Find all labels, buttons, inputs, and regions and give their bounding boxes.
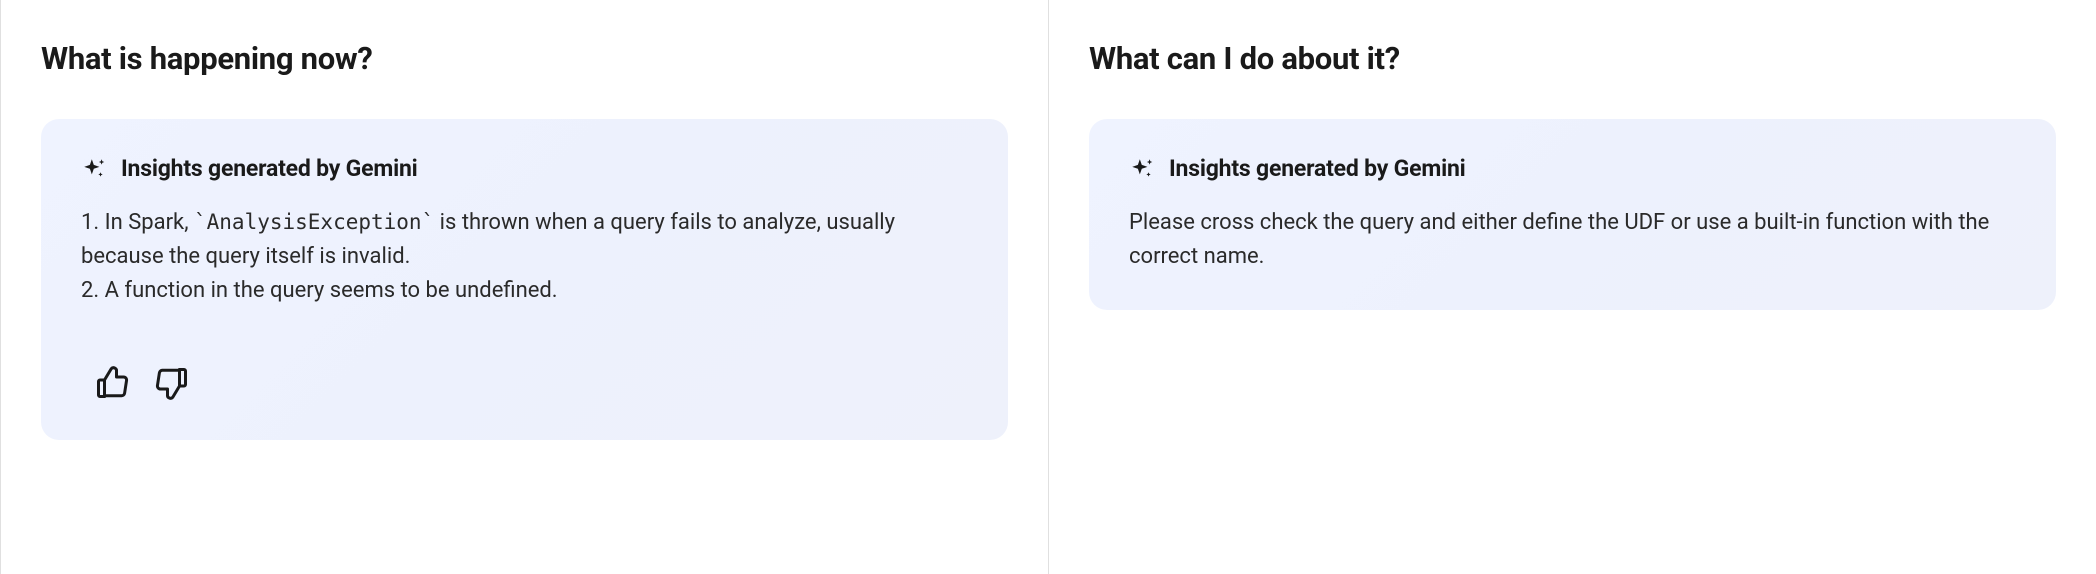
sparkle-icon — [81, 156, 107, 182]
insight-line-1-prefix: 1. In Spark, — [81, 210, 194, 235]
insights-body-left: 1. In Spark, `AnalysisException` is thro… — [81, 206, 968, 308]
insight-line-1: 1. In Spark, `AnalysisException` is thro… — [81, 206, 968, 274]
thumbs-down-icon — [154, 365, 190, 405]
insight-line-2: 2. A function in the query seems to be u… — [81, 274, 968, 308]
insights-container: What is happening now? Insights generate… — [0, 0, 2096, 574]
insight-line-1-code: `AnalysisException` — [194, 210, 434, 234]
thumbs-up-button[interactable] — [93, 366, 131, 404]
panel-heading-right: What can I do about it? — [1089, 40, 2056, 77]
panel-what-is-happening: What is happening now? Insights generate… — [0, 0, 1048, 574]
panel-heading-left: What is happening now? — [41, 40, 1008, 77]
insights-header-left: Insights generated by Gemini — [81, 155, 968, 182]
insights-title-right: Insights generated by Gemini — [1169, 155, 1466, 182]
insights-card-right: Insights generated by Gemini Please cros… — [1089, 119, 2056, 310]
insights-card-left: Insights generated by Gemini 1. In Spark… — [41, 119, 1008, 440]
thumbs-up-icon — [94, 365, 130, 405]
insights-header-right: Insights generated by Gemini — [1129, 155, 2016, 182]
sparkle-icon — [1129, 156, 1155, 182]
thumbs-down-button[interactable] — [153, 366, 191, 404]
insights-title-left: Insights generated by Gemini — [121, 155, 418, 182]
insights-body-right: Please cross check the query and either … — [1129, 206, 2016, 274]
panel-what-can-i-do: What can I do about it? Insights generat… — [1048, 0, 2096, 574]
feedback-row — [81, 366, 968, 404]
